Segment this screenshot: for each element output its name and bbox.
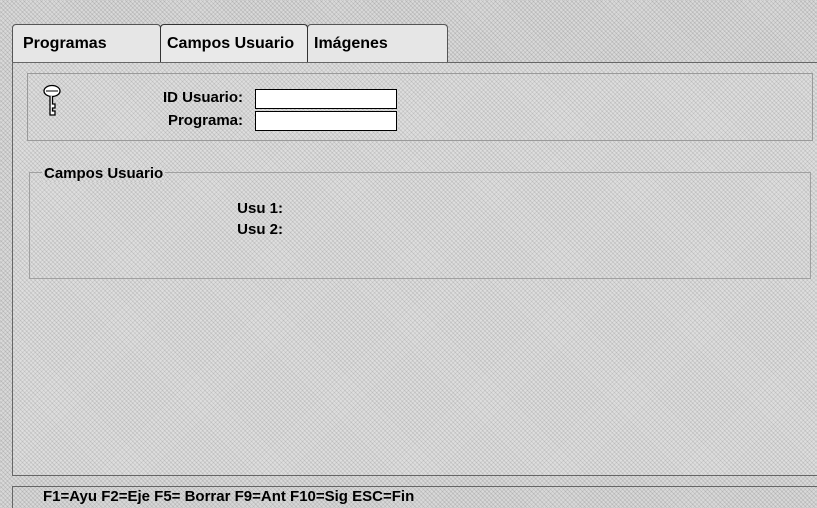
program-input[interactable] [255, 111, 397, 131]
tab-panel: ID Usuario: Programa: Campos Usuario Usu… [12, 62, 817, 475]
user-id-label: ID Usuario: [162, 89, 243, 106]
user-fields-group: Campos Usuario Usu 1: Usu 2: [29, 165, 811, 279]
id-section: ID Usuario: Programa: [27, 73, 813, 141]
key-icon [42, 84, 64, 120]
usu2-label: Usu 2: [237, 221, 283, 238]
tab-imagenes[interactable]: Imágenes [307, 24, 448, 62]
tab-programas[interactable]: Programas [12, 24, 161, 62]
program-label: Programa: [167, 112, 243, 129]
user-id-input[interactable] [255, 89, 397, 109]
usu1-label: Usu 1: [237, 200, 283, 217]
status-bar: F1=Ayu F2=Eje F5= Borrar F9=Ant F10=Sig … [12, 486, 817, 508]
tab-campos-usuario[interactable]: Campos Usuario [160, 24, 308, 62]
user-fields-title: Campos Usuario [44, 165, 164, 182]
divider [12, 475, 817, 476]
tab-bar: Programas Campos Usuario Imágenes [12, 24, 452, 62]
